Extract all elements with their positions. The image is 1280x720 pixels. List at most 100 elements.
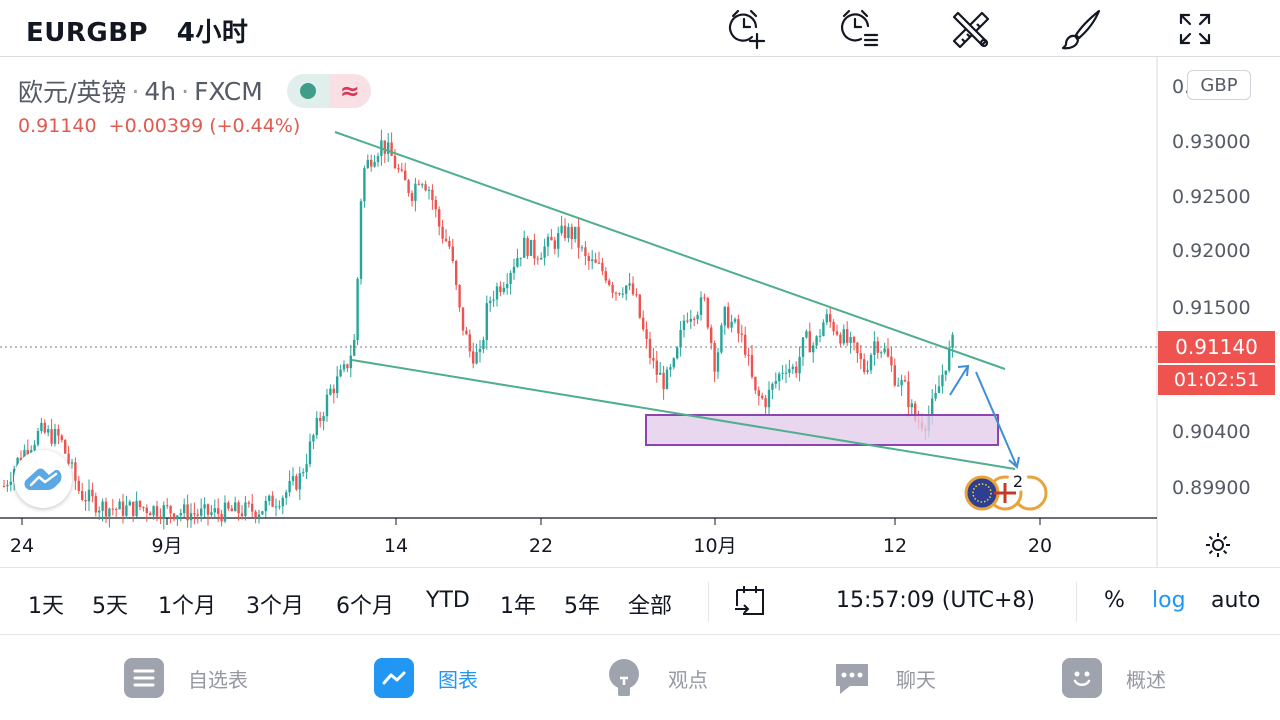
candle-body	[138, 500, 142, 508]
go-to-date-icon[interactable]	[733, 584, 769, 620]
candle-body	[33, 444, 36, 451]
range-3m[interactable]: 3个月	[246, 588, 304, 620]
candle-body	[638, 294, 641, 318]
candle-body	[873, 341, 876, 355]
auto-scale-toggle[interactable]: auto	[1211, 588, 1261, 613]
log-scale-toggle[interactable]: log	[1152, 588, 1186, 613]
candle-body	[737, 319, 740, 334]
candle-body	[648, 338, 652, 358]
candle-body	[400, 169, 403, 171]
candle-body	[172, 513, 176, 520]
candle-body	[2, 486, 6, 488]
candle-body	[699, 297, 703, 315]
candle-body	[533, 239, 536, 259]
percent-scale-toggle[interactable]: %	[1104, 588, 1125, 613]
candle-body	[244, 502, 247, 517]
candle-body	[444, 238, 448, 241]
legend-change: +0.00399	[108, 115, 204, 137]
nav-watchlist[interactable]: 自选表	[124, 657, 248, 699]
candle-body	[523, 237, 526, 258]
candle-body	[540, 257, 543, 260]
candle-body	[754, 376, 757, 391]
candle-body	[890, 356, 893, 366]
candle-body	[832, 321, 835, 332]
candle-body	[750, 355, 754, 377]
candle-body	[36, 431, 40, 445]
timezone-clock[interactable]: 15:57:09 (UTC+8)	[836, 588, 1035, 613]
candle-body	[305, 464, 308, 473]
candle-body	[356, 278, 359, 340]
range-1d[interactable]: 1天	[28, 588, 64, 620]
candle-body	[159, 516, 162, 520]
candle-body	[43, 422, 46, 433]
candle-body	[781, 372, 784, 374]
candle-body	[642, 317, 645, 330]
market-status-dot-icon[interactable]	[286, 74, 329, 108]
fullscreen-icon[interactable]	[1172, 6, 1218, 52]
candle-body	[557, 233, 560, 249]
legend-change-pct: (+0.44%)	[209, 115, 301, 137]
candle-body	[475, 352, 478, 364]
candle-body	[795, 366, 798, 374]
legend-symbol-name: 欧元/英镑	[18, 78, 127, 107]
candle-body	[149, 513, 152, 516]
candle-body	[506, 283, 509, 288]
candle-body	[910, 403, 913, 408]
candle-body	[424, 184, 427, 191]
brush-icon[interactable]	[1058, 6, 1104, 52]
candle-body	[767, 389, 771, 408]
nav-overview[interactable]: 概述	[1062, 657, 1166, 699]
chart-settings-gear-icon[interactable]	[1200, 527, 1236, 563]
top-bar: EURGBP 4小时	[0, 0, 1280, 57]
watchlist-icon	[124, 658, 164, 698]
range-ytd[interactable]: YTD	[426, 588, 470, 613]
range-5y[interactable]: 5年	[564, 588, 600, 620]
candle-body	[339, 369, 342, 377]
divider	[708, 582, 709, 622]
candle-body	[128, 501, 131, 506]
tradingview-logo-icon[interactable]	[14, 450, 72, 508]
candle-body	[6, 484, 9, 487]
range-6m[interactable]: 6个月	[336, 588, 394, 620]
range-all[interactable]: 全部	[628, 588, 672, 620]
candle-body	[261, 511, 264, 515]
legend-badges[interactable]: ≈	[286, 74, 371, 108]
candle-body	[628, 283, 631, 286]
candle-body	[937, 386, 941, 393]
candle-body	[730, 321, 733, 328]
candle-body	[9, 481, 12, 485]
candle-body	[132, 501, 135, 516]
candle-body	[489, 300, 492, 304]
candle-body	[257, 514, 261, 518]
candle-body	[67, 453, 70, 464]
currency-badge[interactable]: GBP	[1187, 70, 1251, 100]
candle-body	[91, 489, 94, 497]
candle-body	[693, 318, 696, 320]
nav-ideas[interactable]: 观点	[604, 657, 708, 699]
candle-body	[271, 495, 274, 507]
range-1y[interactable]: 1年	[500, 588, 536, 620]
symbol-title[interactable]: EURGBP 4小时	[26, 12, 248, 49]
candle-body	[407, 180, 410, 194]
candle-body	[220, 513, 223, 522]
range-1m[interactable]: 1个月	[158, 588, 216, 620]
nav-chat[interactable]: 聊天	[832, 657, 936, 699]
alarm-add-icon[interactable]	[725, 6, 771, 52]
nav-chart[interactable]: 图表	[374, 657, 478, 699]
delayed-data-icon[interactable]: ≈	[328, 74, 371, 108]
candle-body	[298, 473, 301, 490]
candle-body	[608, 280, 611, 285]
candle-body	[604, 271, 607, 281]
alarm-list-icon[interactable]	[836, 6, 882, 52]
chart-area[interactable]: 0. 0.93000 0.92500 0.92000 0.91500 0.90400 0.8…	[0, 57, 1280, 567]
drawing-tools-icon[interactable]	[947, 6, 993, 52]
candle-body	[373, 161, 376, 167]
symbol-name: EURGBP	[26, 18, 149, 48]
candle-body	[189, 513, 193, 521]
candle-body	[322, 416, 325, 422]
candle-body	[839, 334, 842, 344]
candle-body	[948, 347, 951, 371]
range-5d[interactable]: 5天	[92, 588, 128, 620]
time-tick-label: 12	[883, 535, 907, 557]
candle-body	[931, 398, 934, 415]
